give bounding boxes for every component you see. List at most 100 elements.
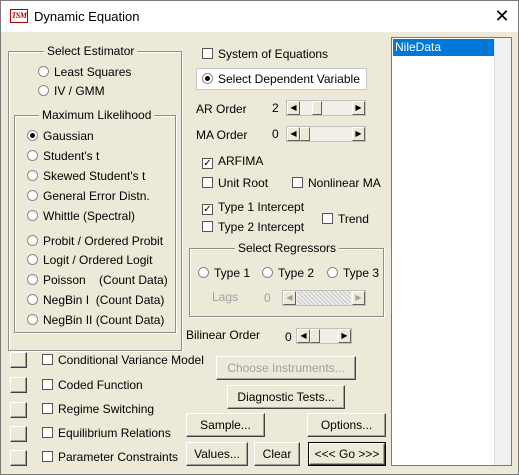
ma-order-scrollbar[interactable]: ◀ ▶ xyxy=(286,126,366,142)
regime-switching-button[interactable] xyxy=(10,402,27,418)
radio-logit[interactable]: Logit / Ordered Logit xyxy=(27,253,152,267)
checkbox-icon xyxy=(292,177,303,188)
radio-gaussian[interactable]: Gaussian xyxy=(27,129,94,143)
radio-probit[interactable]: Probit / Ordered Probit xyxy=(27,234,163,248)
regressors-group xyxy=(189,248,384,317)
radio-regressor-type2[interactable]: Type 2 xyxy=(262,266,314,280)
radio-regressor-type3[interactable]: Type 3 xyxy=(327,266,379,280)
checkbox-icon xyxy=(42,427,53,438)
scroll-left-arrow-icon: ◀ xyxy=(283,291,296,305)
scroll-thumb[interactable] xyxy=(312,101,322,115)
conditional-variance-button[interactable] xyxy=(10,352,27,368)
estimator-legend: Select Estimator xyxy=(44,44,138,58)
parameter-constraints-button[interactable] xyxy=(10,450,27,466)
radio-negbin-1[interactable]: NegBin I (Count Data) xyxy=(27,293,164,307)
radio-icon xyxy=(27,170,38,181)
equilibrium-relations-checkbox[interactable]: Equilibrium Relations xyxy=(42,426,171,440)
diagnostic-tests-button[interactable]: Diagnostic Tests... xyxy=(227,385,345,409)
radio-icon xyxy=(27,294,38,305)
radio-icon xyxy=(262,267,273,278)
checkbox-icon xyxy=(202,221,213,232)
radio-icon xyxy=(198,267,209,278)
unit-root-checkbox[interactable]: Unit Root xyxy=(202,176,268,190)
radio-icon xyxy=(202,73,213,84)
radio-poisson[interactable]: Poisson (Count Data) xyxy=(27,273,168,287)
radio-negbin-2[interactable]: NegBin II (Count Data) xyxy=(27,313,164,327)
regressors-legend: Select Regressors xyxy=(235,241,340,255)
radio-icon xyxy=(27,190,38,201)
window-title: Dynamic Equation xyxy=(34,9,140,24)
checkbox-icon xyxy=(202,177,213,188)
system-of-equations-checkbox[interactable]: System of Equations xyxy=(202,47,328,61)
scroll-left-arrow-icon[interactable]: ◀ xyxy=(287,127,300,141)
radio-skewed-students-t[interactable]: Skewed Student's t xyxy=(27,169,145,183)
sample-button[interactable]: Sample... xyxy=(186,413,265,437)
ar-order-scrollbar[interactable]: ◀ ▶ xyxy=(286,100,366,116)
dynamic-equation-window: TSM Dynamic Equation ✕ Select Estimator … xyxy=(0,0,519,475)
go-button[interactable]: <<< Go >>> xyxy=(308,442,386,466)
scroll-left-arrow-icon[interactable]: ◀ xyxy=(297,329,310,343)
radio-whittle-spectral[interactable]: Whittle (Spectral) xyxy=(27,209,135,223)
checkmark-icon: ✓ xyxy=(202,158,213,169)
conditional-variance-checkbox[interactable]: Conditional Variance Model xyxy=(42,353,204,367)
checkbox-icon xyxy=(42,379,53,390)
radio-icon xyxy=(27,254,38,265)
title-bar: TSM Dynamic Equation ✕ xyxy=(1,1,518,32)
lags-label: Lags xyxy=(212,290,239,304)
regime-switching-checkbox[interactable]: Regime Switching xyxy=(42,402,154,416)
scroll-right-arrow-icon[interactable]: ▶ xyxy=(338,329,351,343)
choose-instruments-button[interactable]: Choose Instruments... xyxy=(216,356,356,380)
scroll-thumb[interactable] xyxy=(310,329,320,343)
type1-intercept-checkbox[interactable]: ✓ Type 1 Intercept xyxy=(202,200,304,215)
bilinear-order-scrollbar[interactable]: ◀ ▶ xyxy=(296,328,352,344)
radio-iv-gmm[interactable]: IV / GMM xyxy=(38,84,105,98)
radio-icon xyxy=(27,210,38,221)
lags-value: 0 xyxy=(264,291,271,305)
radio-icon xyxy=(38,85,49,96)
equilibrium-relations-button[interactable] xyxy=(10,426,27,442)
dependent-variable-box[interactable]: Select Dependent Variable xyxy=(196,68,367,90)
options-button[interactable]: Options... xyxy=(307,413,386,437)
radio-students-t[interactable]: Student's t xyxy=(27,149,99,163)
radio-regressor-type1[interactable]: Type 1 xyxy=(198,266,250,280)
radio-general-error-distn[interactable]: General Error Distn. xyxy=(27,189,150,203)
type2-intercept-checkbox[interactable]: Type 2 Intercept xyxy=(202,220,304,234)
variables-listbox[interactable]: NileData xyxy=(391,37,512,466)
scroll-right-arrow-icon[interactable]: ▶ xyxy=(352,127,365,141)
arfima-checkbox[interactable]: ✓ ARFIMA xyxy=(202,154,263,169)
nonlinear-ma-checkbox[interactable]: Nonlinear MA xyxy=(292,176,381,190)
radio-icon xyxy=(27,314,38,325)
values-button[interactable]: Values... xyxy=(186,442,248,466)
clear-button[interactable]: Clear xyxy=(254,442,300,466)
dependent-variable-radio: Select Dependent Variable xyxy=(202,72,360,86)
scroll-thumb[interactable] xyxy=(300,127,310,141)
checkbox-icon xyxy=(202,48,213,59)
checkbox-icon xyxy=(322,213,333,224)
tsm-app-icon: TSM xyxy=(10,9,28,23)
ma-order-label: MA Order xyxy=(196,128,248,142)
close-icon[interactable]: ✕ xyxy=(490,4,514,28)
scroll-right-arrow-icon[interactable]: ▶ xyxy=(352,101,365,115)
coded-function-button[interactable] xyxy=(10,377,27,393)
radio-icon xyxy=(38,66,49,77)
checkbox-icon xyxy=(42,451,53,462)
bilinear-order-label: Bilinear Order xyxy=(186,328,261,342)
radio-icon xyxy=(27,130,38,141)
scroll-track xyxy=(297,291,351,305)
parameter-constraints-checkbox[interactable]: Parameter Constraints xyxy=(42,450,178,464)
maximum-likelihood-legend: Maximum Likelihood xyxy=(39,108,155,122)
radio-icon xyxy=(27,150,38,161)
ar-order-label: AR Order xyxy=(196,102,247,116)
radio-icon xyxy=(27,235,38,246)
radio-icon xyxy=(27,274,38,285)
checkbox-icon xyxy=(42,354,53,365)
coded-function-checkbox[interactable]: Coded Function xyxy=(42,378,143,392)
dialog-client-area: Select Estimator Least Squares IV / GMM … xyxy=(1,32,518,474)
scroll-left-arrow-icon[interactable]: ◀ xyxy=(287,101,300,115)
scroll-right-arrow-icon: ▶ xyxy=(352,291,365,305)
trend-checkbox[interactable]: Trend xyxy=(322,212,369,226)
listbox-scrollbar[interactable] xyxy=(494,38,511,465)
list-item-niledata[interactable]: NileData xyxy=(393,39,510,56)
radio-icon xyxy=(327,267,338,278)
radio-least-squares[interactable]: Least Squares xyxy=(38,65,131,79)
